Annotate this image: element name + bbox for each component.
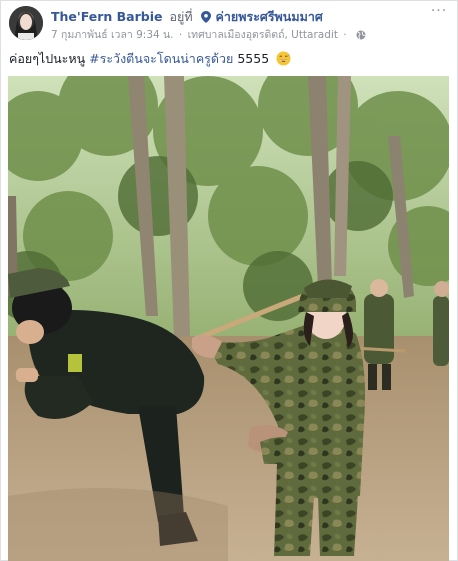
meta-separator-2: · bbox=[343, 29, 347, 41]
post-meta: 7 กุมภาพันธ์ เวลา 9:34 น. · เทศบาลเมืองอ… bbox=[51, 26, 366, 43]
post-caption: ค่อยๆไปนะหนู #ระวังตีนจะโดนน่าครูด้วย 55… bbox=[9, 49, 291, 69]
globe-icon[interactable] bbox=[356, 30, 366, 43]
post-photo[interactable] bbox=[8, 76, 449, 561]
map-pin-icon bbox=[200, 11, 211, 26]
caption-text: ค่อยๆไปนะหนู bbox=[9, 51, 90, 66]
post-header: The'Fern Barbie อยู่ที่ ค่ายพระศรีพนมมาศ… bbox=[9, 4, 449, 43]
author-line: The'Fern Barbie อยู่ที่ ค่ายพระศรีพนมมาศ bbox=[51, 7, 323, 27]
post-timestamp-link[interactable]: 7 กุมภาพันธ์ เวลา 9:34 น. bbox=[51, 29, 174, 41]
check-in-verb: อยู่ที่ bbox=[169, 9, 193, 24]
grinning-sweat-face-icon bbox=[276, 51, 291, 69]
caption-suffix: 5555 bbox=[233, 51, 270, 66]
location-link[interactable]: เทศบาลเมืองอุตรดิตถ์, Uttaradit bbox=[188, 29, 338, 41]
meta-separator: · bbox=[178, 29, 183, 41]
place-link[interactable]: ค่ายพระศรีพนมมาศ bbox=[216, 9, 323, 24]
hashtag-link[interactable]: #ระวังตีนจะโดนน่าครูด้วย bbox=[89, 51, 233, 66]
author-avatar[interactable] bbox=[9, 6, 43, 40]
facebook-post-card: The'Fern Barbie อยู่ที่ ค่ายพระศรีพนมมาศ… bbox=[0, 0, 458, 561]
more-options-button[interactable]: ··· bbox=[429, 4, 449, 20]
author-name-link[interactable]: The'Fern Barbie bbox=[51, 9, 163, 24]
